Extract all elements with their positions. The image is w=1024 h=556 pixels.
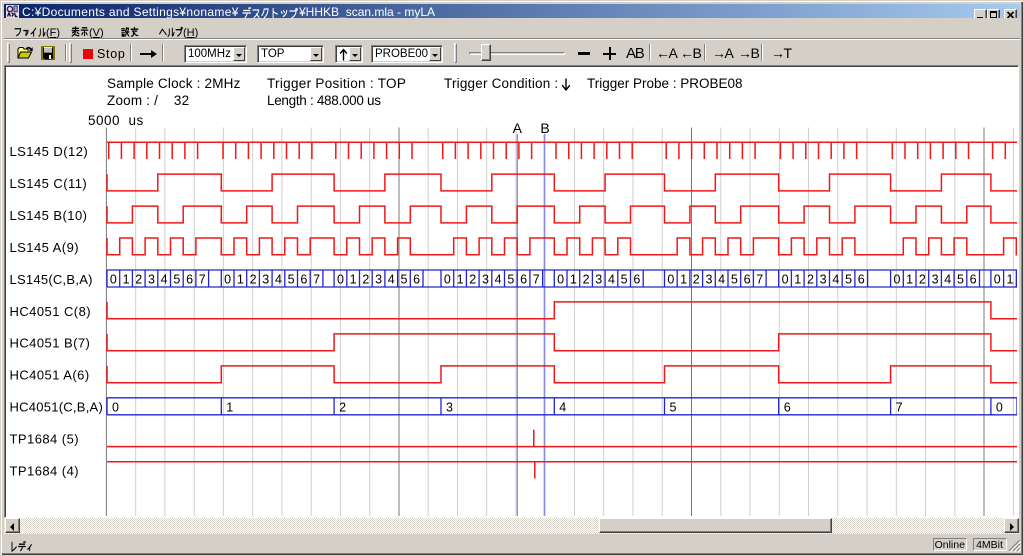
svg-text:3: 3 [932, 273, 939, 287]
svg-text:0: 0 [337, 273, 344, 287]
svg-text:Trigger Probe : PROBE08: Trigger Probe : PROBE08 [587, 76, 743, 91]
svg-text:2: 2 [807, 273, 814, 287]
svg-text:6: 6 [784, 400, 791, 414]
svg-text:2: 2 [339, 400, 346, 414]
svg-text:6: 6 [413, 273, 420, 287]
svg-text:5: 5 [400, 273, 407, 287]
svg-text:2: 2 [469, 273, 476, 287]
svg-text:LS145 D(12): LS145 D(12) [10, 144, 89, 159]
svg-text:5000 us: 5000 us [88, 113, 144, 128]
svg-text:LS145 A(9): LS145 A(9) [10, 240, 80, 255]
svg-text:4: 4 [388, 273, 395, 287]
svg-text:4: 4 [832, 273, 839, 287]
svg-text:0: 0 [444, 273, 451, 287]
svg-text:3: 3 [446, 400, 453, 414]
svg-text:6: 6 [858, 273, 865, 287]
svg-text:3: 3 [482, 273, 489, 287]
svg-text:Zoom : / 32: Zoom : / 32 [107, 93, 189, 108]
svg-text:0: 0 [110, 273, 117, 287]
svg-text:6: 6 [744, 273, 751, 287]
svg-text:3: 3 [820, 273, 827, 287]
svg-text:5: 5 [621, 273, 628, 287]
svg-text:4: 4 [718, 273, 725, 287]
svg-text:1: 1 [457, 273, 464, 287]
svg-text:1: 1 [123, 273, 130, 287]
svg-text:3: 3 [262, 273, 269, 287]
svg-text:0: 0 [112, 400, 119, 414]
svg-text:3: 3 [705, 273, 712, 287]
svg-text:6: 6 [970, 273, 977, 287]
svg-text:1: 1 [794, 273, 801, 287]
svg-text:3: 3 [595, 273, 602, 287]
svg-text:5: 5 [845, 273, 852, 287]
svg-text:Length : 488.000 us: Length : 488.000 us [267, 93, 381, 108]
svg-text:5: 5 [670, 400, 677, 414]
svg-text:6: 6 [300, 273, 307, 287]
svg-text:6: 6 [633, 273, 640, 287]
svg-text:5: 5 [507, 273, 514, 287]
svg-text:7: 7 [756, 273, 763, 287]
svg-text:2: 2 [135, 273, 142, 287]
svg-text:B: B [540, 120, 549, 136]
svg-text:LS145(C,B,A): LS145(C,B,A) [10, 272, 93, 287]
svg-text:2: 2 [583, 273, 590, 287]
svg-text:Trigger Position : TOP: Trigger Position : TOP [267, 76, 406, 91]
svg-text:1: 1 [906, 273, 913, 287]
svg-text:TP1684 (4): TP1684 (4) [10, 464, 80, 479]
svg-text:5: 5 [957, 273, 964, 287]
svg-text:4: 4 [559, 400, 566, 414]
svg-text:0: 0 [667, 273, 674, 287]
svg-text:4: 4 [161, 273, 168, 287]
svg-text:Sample Clock : 2MHz: Sample Clock : 2MHz [107, 76, 241, 91]
svg-text:2: 2 [362, 273, 369, 287]
svg-text:HC4051 A(6): HC4051 A(6) [10, 368, 90, 383]
svg-text:HC4051(C,B,A): HC4051(C,B,A) [10, 400, 104, 415]
svg-text:2: 2 [693, 273, 700, 287]
svg-text:LS145 C(11): LS145 C(11) [10, 176, 88, 191]
svg-text:1: 1 [680, 273, 687, 287]
svg-text:7: 7 [313, 273, 320, 287]
svg-text:7: 7 [896, 400, 903, 414]
svg-text:1: 1 [1006, 273, 1013, 287]
svg-text:0: 0 [893, 273, 900, 287]
svg-text:5: 5 [731, 273, 738, 287]
svg-text:HC4051 C(8): HC4051 C(8) [10, 304, 92, 319]
svg-text:A: A [513, 120, 523, 136]
svg-text:4: 4 [944, 273, 951, 287]
svg-text:0: 0 [996, 400, 1003, 414]
svg-text:3: 3 [375, 273, 382, 287]
svg-text:0: 0 [224, 273, 231, 287]
svg-text:HC4051 B(7): HC4051 B(7) [10, 336, 91, 351]
svg-text:LS145 B(10): LS145 B(10) [10, 208, 88, 223]
svg-text:6: 6 [520, 273, 527, 287]
svg-text:0: 0 [557, 273, 564, 287]
svg-text:3: 3 [148, 273, 155, 287]
svg-text:4: 4 [275, 273, 282, 287]
svg-text:1: 1 [226, 400, 233, 414]
svg-text:6: 6 [186, 273, 193, 287]
svg-text:5: 5 [173, 273, 180, 287]
svg-text:1: 1 [350, 273, 357, 287]
svg-text:1: 1 [570, 273, 577, 287]
svg-text:1: 1 [237, 273, 244, 287]
svg-text:4: 4 [608, 273, 615, 287]
svg-text:2: 2 [250, 273, 257, 287]
svg-text:TP1684 (5): TP1684 (5) [10, 432, 80, 447]
svg-text:0: 0 [994, 273, 1001, 287]
svg-text:Trigger Condition :: Trigger Condition : [444, 76, 558, 91]
svg-text:4: 4 [495, 273, 502, 287]
svg-text:5: 5 [288, 273, 295, 287]
svg-text:0: 0 [782, 273, 789, 287]
svg-text:7: 7 [199, 273, 206, 287]
svg-text:7: 7 [533, 273, 540, 287]
svg-text:2: 2 [919, 273, 926, 287]
